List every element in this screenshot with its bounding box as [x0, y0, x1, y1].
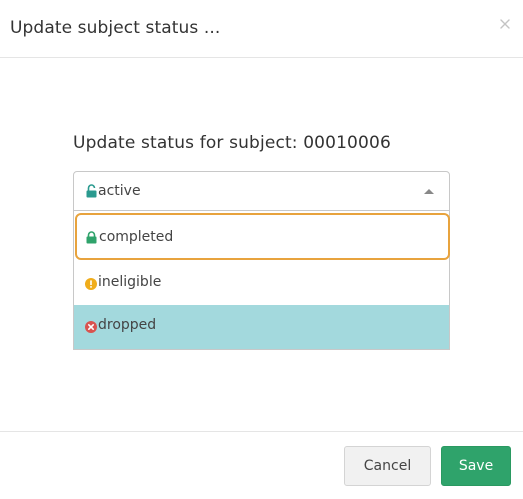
warning-icon [85, 275, 97, 294]
save-button[interactable]: Save [441, 446, 511, 486]
caret-up-icon [424, 189, 434, 194]
status-select[interactable]: active [73, 171, 450, 211]
selected-status-label: active [98, 183, 141, 199]
option-label: dropped [98, 317, 157, 333]
option-dropped[interactable]: dropped [74, 305, 449, 349]
lock-icon [86, 229, 97, 248]
modal-footer: Cancel Save [0, 431, 523, 499]
unlock-icon [86, 183, 97, 202]
update-status-modal: Update subject status ... Update status … [0, 0, 523, 499]
option-label: ineligible [98, 274, 162, 290]
close-icon [500, 19, 510, 29]
option-label: completed [99, 229, 174, 245]
option-completed[interactable]: completed [75, 213, 450, 260]
close-button[interactable] [498, 17, 514, 33]
modal-header: Update subject status ... [0, 0, 523, 58]
error-icon [85, 318, 97, 337]
status-dropdown: completed ineligible dropped [73, 211, 450, 350]
modal-title: Update subject status ... [10, 18, 221, 38]
option-ineligible[interactable]: ineligible [74, 262, 449, 305]
status-prompt: Update status for subject: 00010006 [73, 133, 391, 153]
cancel-button[interactable]: Cancel [344, 446, 431, 486]
